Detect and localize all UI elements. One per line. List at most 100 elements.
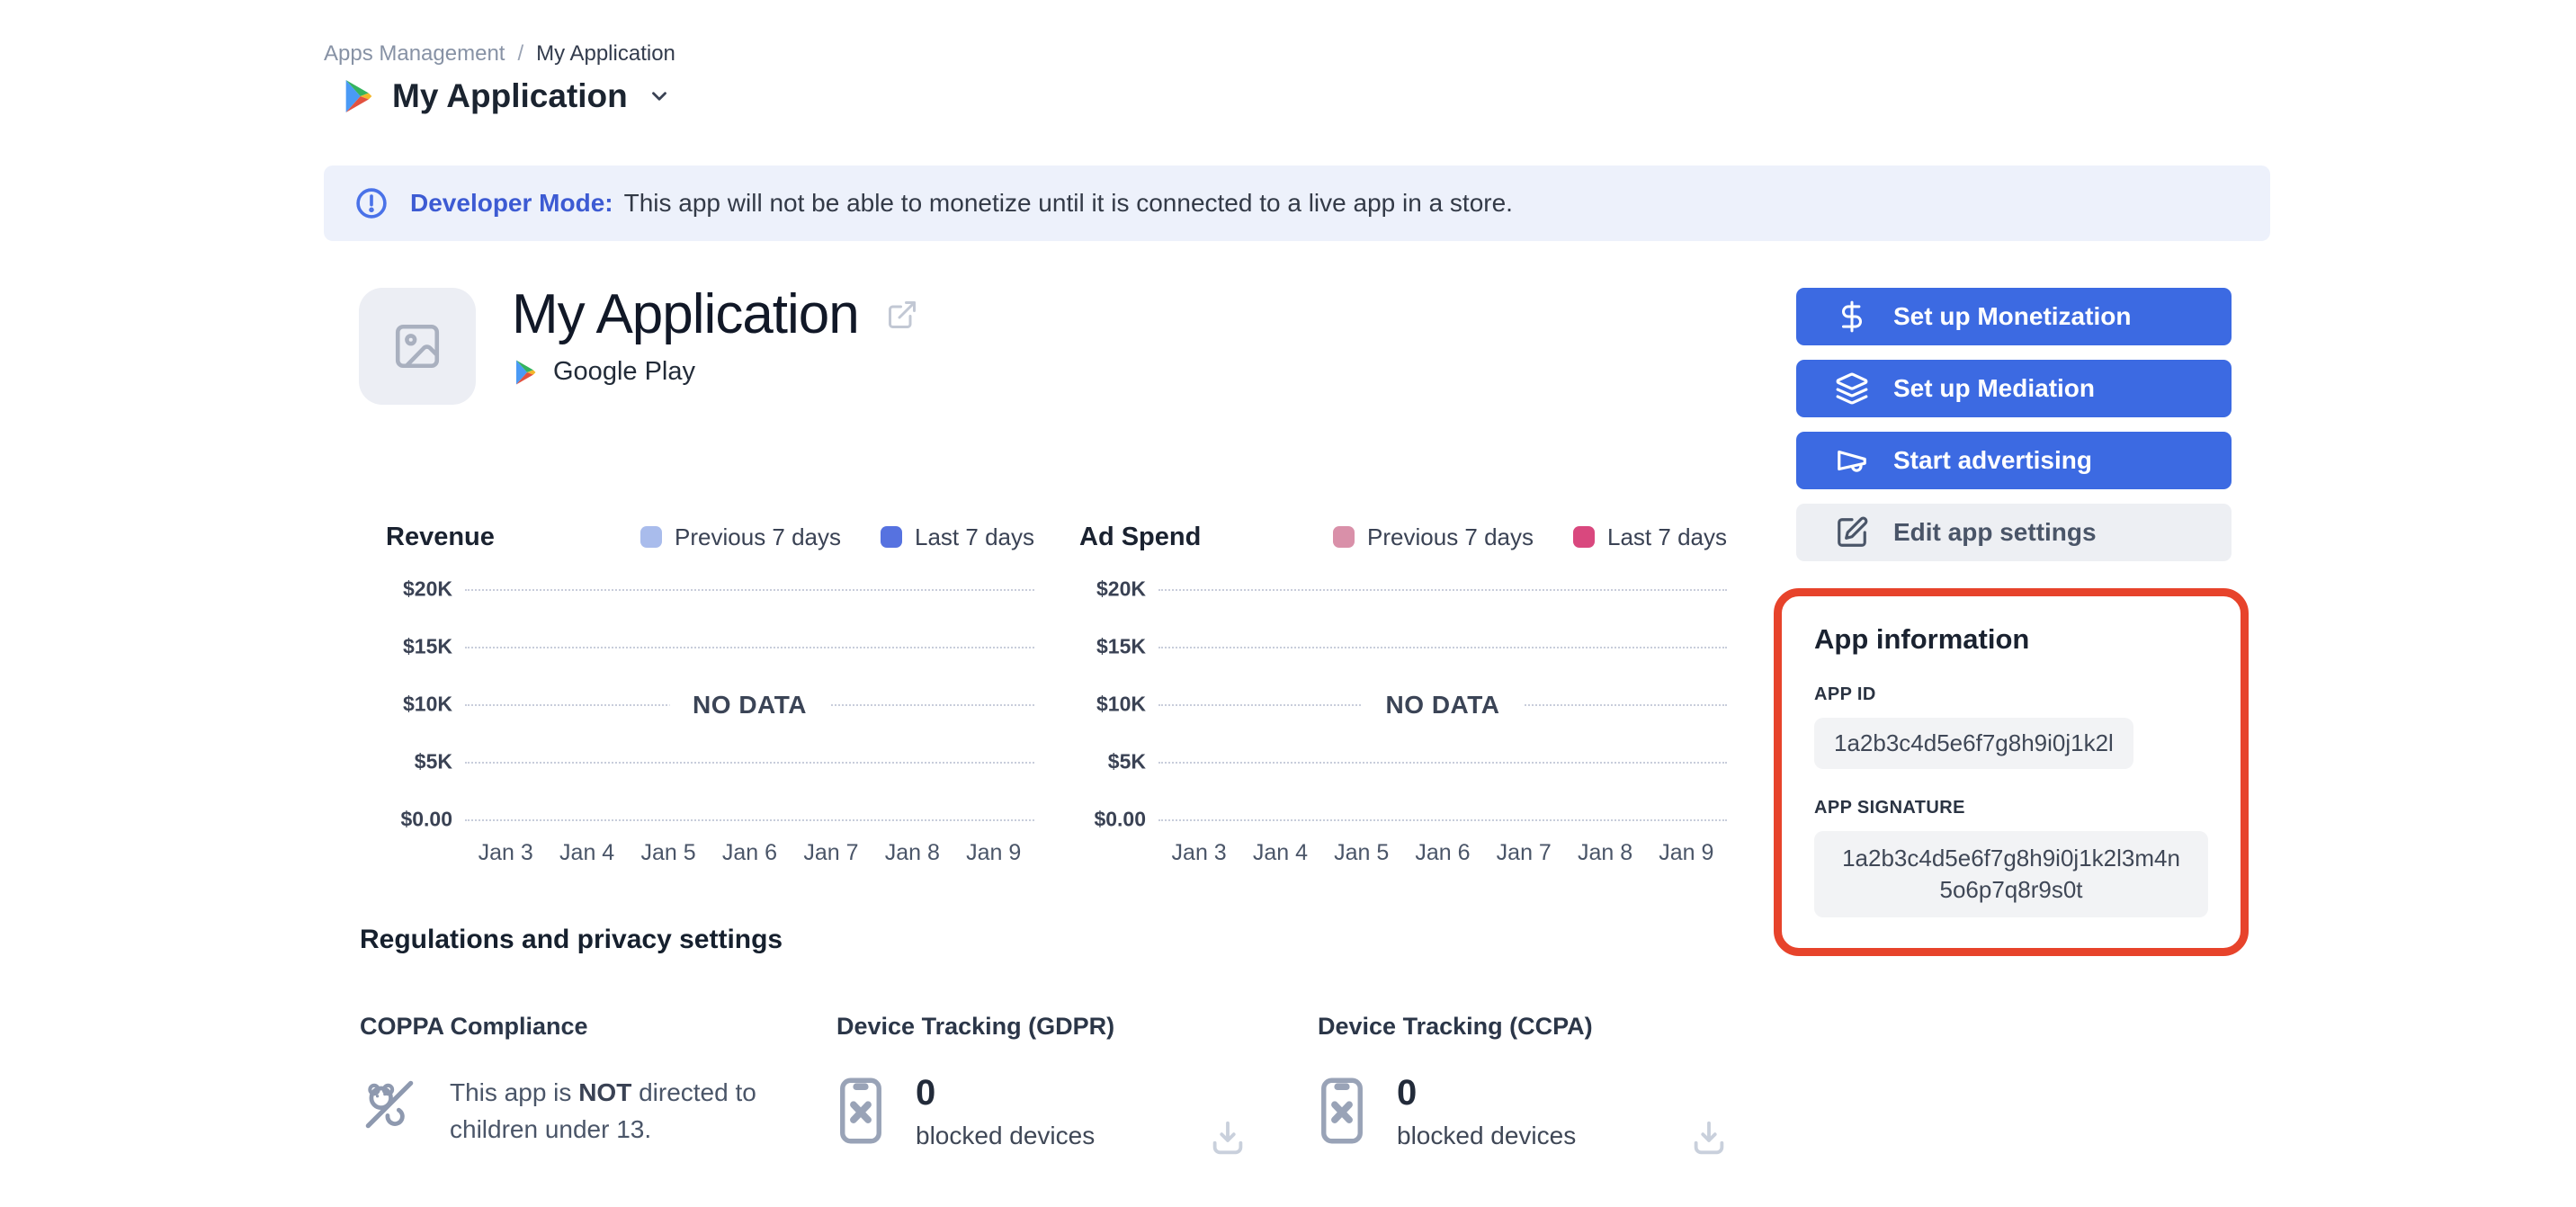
- gridline: [1158, 762, 1727, 764]
- banner-title: Developer Mode:: [410, 189, 613, 217]
- plot-area: $20K $15K $10K $5K $0.00 NO DATA Jan 3 J…: [386, 577, 1034, 874]
- legend-swatch: [640, 526, 663, 548]
- legend-last-7-days[interactable]: Last 7 days: [1573, 523, 1727, 551]
- coppa-compliance: COPPA Compliance This app is NOT directe…: [360, 1013, 792, 1148]
- phone-blocked-icon: [840, 1077, 881, 1144]
- x-tick: Jan 5: [640, 840, 696, 865]
- plot-area: $20K $15K $10K $5K $0.00 NO DATA Jan 3 J…: [1079, 577, 1727, 874]
- x-tick: Jan 7: [1496, 840, 1552, 865]
- y-tick: $20K: [1096, 577, 1146, 601]
- external-link-icon[interactable]: [886, 299, 918, 331]
- x-tick: Jan 3: [478, 840, 533, 865]
- no-data-label: NO DATA: [1362, 687, 1524, 723]
- app-icon-placeholder: [359, 288, 476, 405]
- legend-previous-7-days[interactable]: Previous 7 days: [1333, 523, 1534, 551]
- breadcrumb-current: My Application: [536, 41, 675, 66]
- edit-icon: [1834, 515, 1870, 550]
- action-buttons: Set up Monetization Set up Mediation Sta…: [1796, 288, 2232, 561]
- download-icon[interactable]: [1207, 1118, 1248, 1159]
- app-info-panel-highlighted: App information APP ID 1a2b3c4d5e6f7g8h9…: [1774, 588, 2249, 957]
- chart-title: Ad Spend: [1079, 522, 1202, 551]
- y-tick: $15K: [1096, 634, 1146, 658]
- app-id-label: APP ID: [1814, 684, 1876, 704]
- coppa-title: COPPA Compliance: [360, 1013, 588, 1040]
- legend-previous-7-days[interactable]: Previous 7 days: [640, 523, 841, 551]
- child-prohibited-icon: [365, 1080, 414, 1129]
- layers-icon: [1834, 371, 1870, 406]
- banner-text: Developer Mode: This app will not be abl…: [410, 189, 1513, 218]
- breadcrumb: Apps Management / My Application: [324, 41, 675, 67]
- gridline: [1158, 647, 1727, 648]
- y-tick: $0.00: [400, 807, 452, 831]
- page: Apps Management / My Application My Appl…: [0, 0, 2576, 1207]
- button-label: Set up Mediation: [1893, 374, 2095, 402]
- page-title-row: My Application: [340, 77, 671, 115]
- no-data-label: NO DATA: [669, 687, 830, 723]
- edit-app-settings-button[interactable]: Edit app settings: [1796, 504, 2232, 561]
- legend-last-7-days[interactable]: Last 7 days: [881, 523, 1034, 551]
- app-platform: Google Play: [512, 357, 918, 387]
- developer-mode-banner: Developer Mode: This app will not be abl…: [324, 165, 2270, 241]
- app-id-value: 1a2b3c4d5e6f7g8h9i0j1k2l: [1814, 718, 2133, 769]
- x-tick: Jan 8: [1577, 840, 1633, 865]
- page-title: My Application: [392, 77, 628, 114]
- y-tick: $15K: [403, 634, 452, 658]
- chart-legend: Previous 7 days Last 7 days: [640, 523, 1034, 551]
- legend-label: Previous 7 days: [675, 523, 842, 550]
- gdpr-title: Device Tracking (GDPR): [836, 1013, 1115, 1040]
- y-tick: $5K: [414, 749, 452, 773]
- y-tick: $5K: [1107, 749, 1146, 773]
- x-tick: Jan 7: [803, 840, 859, 865]
- gridline: [1158, 589, 1727, 591]
- download-icon[interactable]: [1688, 1118, 1730, 1159]
- alert-circle-icon: [356, 188, 387, 219]
- chevron-down-icon[interactable]: [648, 85, 671, 108]
- google-play-icon: [516, 360, 536, 384]
- setup-mediation-button[interactable]: Set up Mediation: [1796, 360, 2232, 417]
- megaphone-icon: [1834, 443, 1870, 478]
- x-axis: Jan 3 Jan 4 Jan 5 Jan 6 Jan 7 Jan 8 Jan …: [1158, 840, 1727, 866]
- ccpa-blocked-count: 0: [1397, 1073, 1418, 1113]
- legend-label: Last 7 days: [915, 523, 1034, 550]
- legend-swatch: [1333, 526, 1355, 548]
- x-tick: Jan 4: [559, 840, 615, 865]
- app-info-title: App information: [1814, 623, 2030, 655]
- app-signature-value: 1a2b3c4d5e6f7g8h9i0j1k2l3m4n5o6p7q8r9s0t: [1814, 831, 2208, 918]
- x-tick: Jan 8: [884, 840, 940, 865]
- app-header: My Application Google Play: [512, 282, 918, 387]
- platform-label: Google Play: [553, 357, 695, 386]
- y-tick: $10K: [1096, 692, 1146, 716]
- device-tracking-ccpa: Device Tracking (CCPA) 0 blocked devices: [1318, 1013, 1740, 1155]
- chart-title: Revenue: [386, 522, 495, 551]
- button-label: Set up Monetization: [1893, 302, 2132, 330]
- legend-swatch: [1573, 526, 1596, 548]
- setup-monetization-button[interactable]: Set up Monetization: [1796, 288, 2232, 345]
- ccpa-title: Device Tracking (CCPA): [1318, 1013, 1593, 1040]
- legend-swatch: [881, 526, 903, 548]
- gridline: [1158, 819, 1727, 821]
- start-advertising-button[interactable]: Start advertising: [1796, 432, 2232, 489]
- legend-label: Previous 7 days: [1367, 523, 1534, 550]
- breadcrumb-separator: /: [517, 41, 524, 66]
- coppa-text-pre: This app is: [450, 1078, 572, 1106]
- legend-label: Last 7 days: [1607, 523, 1727, 550]
- device-tracking-gdpr: Device Tracking (GDPR) 0 blocked devices: [836, 1013, 1259, 1155]
- x-tick: Jan 5: [1334, 840, 1390, 865]
- gdpr-blocked-label: blocked devices: [916, 1122, 1096, 1149]
- image-icon: [395, 324, 440, 369]
- y-tick: $10K: [403, 692, 452, 716]
- app-signature-label: APP SIGNATURE: [1814, 798, 1965, 818]
- dollar-icon: [1834, 300, 1870, 334]
- x-tick: Jan 9: [966, 840, 1022, 865]
- x-axis: Jan 3 Jan 4 Jan 5 Jan 6 Jan 7 Jan 8 Jan …: [465, 840, 1034, 866]
- banner-message: This app will not be able to monetize un…: [623, 189, 1513, 217]
- gridline: [465, 647, 1034, 648]
- ccpa-blocked-label: blocked devices: [1397, 1122, 1577, 1149]
- breadcrumb-apps-management[interactable]: Apps Management: [324, 41, 505, 67]
- app-name: My Application: [512, 283, 860, 345]
- y-tick: $0.00: [1094, 807, 1146, 831]
- chart-legend: Previous 7 days Last 7 days: [1333, 523, 1727, 551]
- gdpr-blocked-count: 0: [916, 1073, 936, 1113]
- gridline: [465, 589, 1034, 591]
- x-tick: Jan 4: [1252, 840, 1308, 865]
